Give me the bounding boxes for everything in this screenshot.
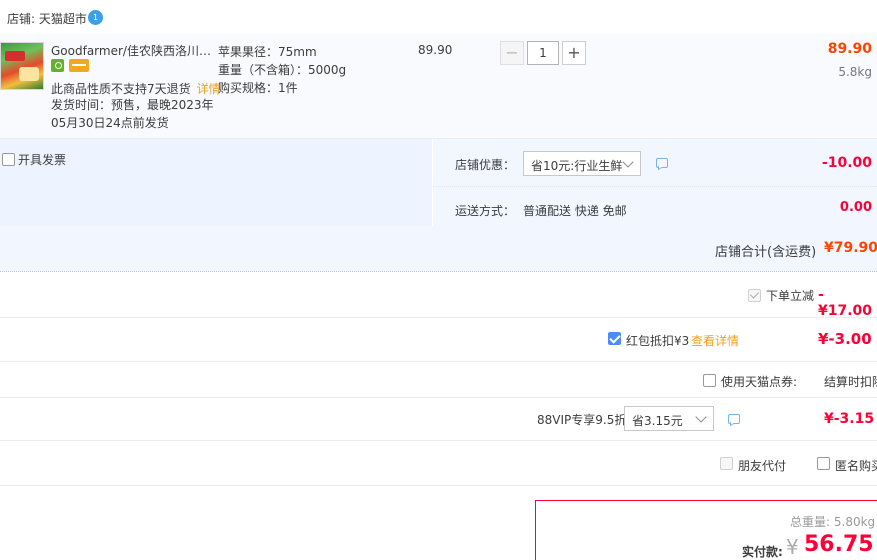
shop-total-value: ¥79.90: [824, 240, 877, 256]
ship-time: 发货时间：预售，最晚2023年05月30日24点前发货: [51, 98, 214, 130]
anonymous-checkbox[interactable]: [817, 457, 830, 470]
delivery-label: 运送方式：: [455, 204, 516, 218]
spec-diameter: 苹果果径：75mm: [218, 45, 317, 59]
tmall-points-value: 结算时扣除: [824, 375, 877, 389]
tmall-points-label[interactable]: 使用天猫点券:: [721, 373, 797, 390]
invoice-label[interactable]: 开具发票: [18, 151, 66, 168]
item-subtotal: 89.90: [827, 41, 872, 57]
no-return-text: 此商品性质不支持7天退货: [51, 82, 191, 96]
divider: [0, 440, 877, 441]
tmall-points-checkbox[interactable]: [703, 374, 716, 387]
vip-discount-value: ¥-3.15: [824, 411, 875, 427]
spec-weight: 重量（不含箱）：5000g: [218, 63, 347, 77]
total-weight-label: 总重量:: [790, 515, 831, 529]
friend-pay-checkbox: [720, 457, 733, 470]
message-icon[interactable]: [656, 158, 668, 168]
shop-coupon-label: 店铺优惠：: [455, 158, 516, 172]
unit-price: 89.90: [418, 43, 453, 57]
total-weight-value: 5.80kg: [833, 515, 876, 529]
divider: [0, 485, 877, 486]
actual-pay-value: 56.75: [804, 532, 874, 557]
product-thumbnail[interactable]: [0, 42, 44, 90]
delivery-fee: 0.00: [839, 200, 872, 215]
quantity-increase-button[interactable]: +: [562, 41, 586, 65]
order-discount-checkbox: [748, 289, 761, 302]
no-return-notice: 此商品性质不支持7天退货 详情: [51, 80, 221, 97]
item-weight: 5.8kg: [838, 65, 872, 79]
delivery-method: 普通配送 快递 免邮: [523, 204, 627, 218]
invoice-checkbox[interactable]: [2, 153, 15, 166]
red-packet-value: ¥-3.00: [818, 330, 872, 348]
divider: [0, 317, 877, 318]
card-icon: [69, 59, 89, 72]
wangwang-chat-icon[interactable]: 1: [88, 10, 103, 25]
message-icon[interactable]: [728, 414, 740, 424]
shop-name[interactable]: 店铺: 天猫超市: [7, 10, 87, 27]
order-discount-label: 下单立减: [766, 289, 815, 303]
vip-discount-label: 88VIP专享9.5折: [537, 413, 627, 427]
product-title[interactable]: Goodfarmer/佳农陕西洛川苹果: [51, 42, 211, 59]
quantity-decrease-button[interactable]: −: [500, 41, 524, 65]
shop-coupon-amount: -10.00: [821, 155, 872, 171]
vip-discount-selected: 省3.15元: [632, 414, 683, 428]
friend-pay-label: 朋友代付: [738, 459, 787, 473]
red-packet-checkbox[interactable]: [608, 332, 621, 345]
red-packet-label[interactable]: 红包抵扣¥3: [626, 332, 689, 349]
divider: [0, 397, 877, 398]
divider: [0, 361, 877, 362]
anonymous-label[interactable]: 匿名购买: [835, 457, 877, 474]
shop-header: [0, 0, 877, 34]
certified-icon: [51, 59, 64, 72]
currency-symbol: ¥: [786, 535, 799, 559]
shop-coupon-selected: 省10元:行业生鲜: [531, 159, 623, 173]
order-discount-value: -¥17.00: [818, 287, 873, 319]
spec-buy: 购买规格：1件: [218, 81, 298, 95]
total-weight: 总重量: 5.80kg: [790, 513, 875, 530]
red-packet-detail-link[interactable]: 查看详情: [691, 332, 739, 349]
shop-total-label: 店铺合计(含运费): [715, 245, 817, 260]
quantity-input[interactable]: 1: [527, 41, 559, 65]
actual-pay-label: 实付款:: [742, 545, 783, 559]
